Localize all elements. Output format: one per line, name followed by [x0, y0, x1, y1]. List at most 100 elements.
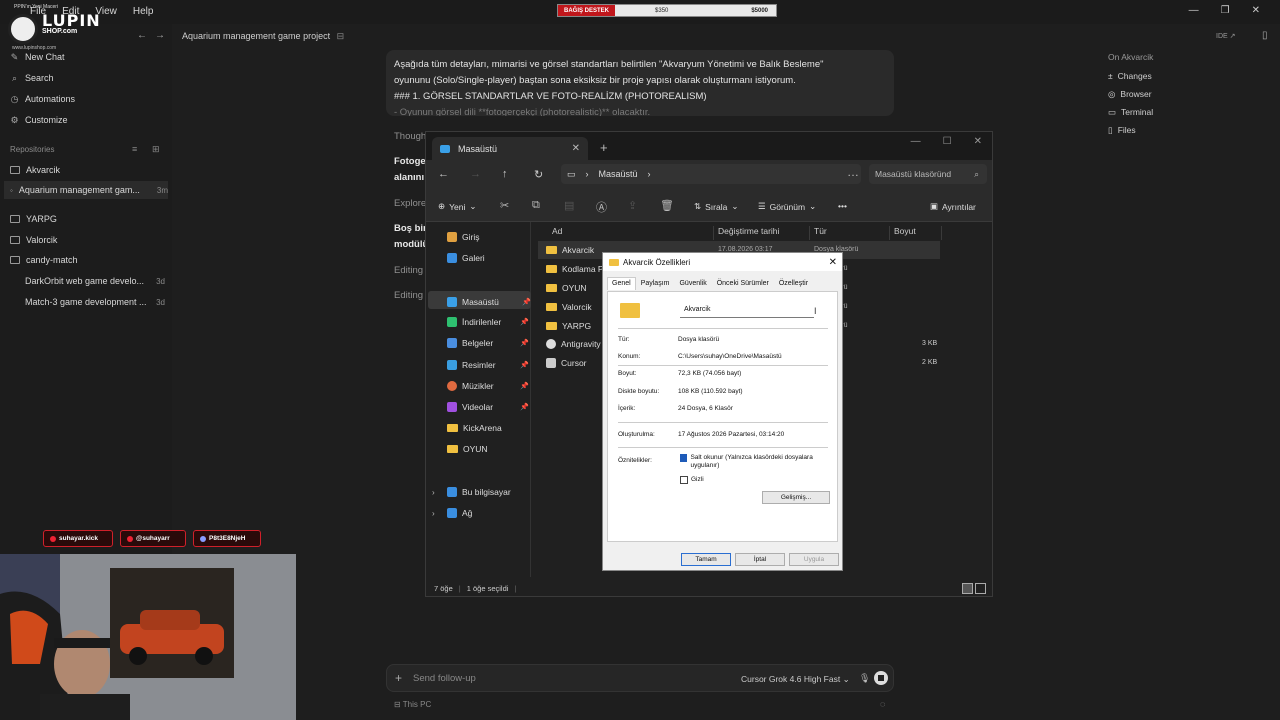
repo-item-valorcik[interactable]: Valorcik — [10, 235, 165, 245]
details-button[interactable]: ▣ Ayrıntılar — [930, 201, 976, 212]
add-folder-icon[interactable]: ⊞ — [152, 144, 160, 155]
repo-item-akvarcik[interactable]: Akvarcik — [10, 165, 165, 175]
archive-icon[interactable]: ⊟ — [337, 31, 345, 41]
sidebar-new-chat[interactable]: ✎ New Chat — [10, 52, 65, 62]
share-icon[interactable]: ⇪ — [628, 199, 637, 212]
nav-item-oyun[interactable]: OYUN — [447, 444, 529, 454]
thought-label[interactable]: Though — [394, 131, 426, 142]
nav-item-home[interactable]: Giriş — [447, 232, 529, 242]
back-button[interactable]: ← — [438, 168, 449, 180]
sidebar-automations[interactable]: ◷ Automations — [10, 94, 75, 104]
explorer-maximize-button[interactable]: ☐ — [943, 136, 952, 147]
tab-previous-versions[interactable]: Önceki Sürümler — [712, 277, 774, 290]
apply-button[interactable]: Uygula — [789, 553, 839, 566]
model-selector[interactable]: Cursor Grok 4.6 High Fast ⌄ — [741, 674, 850, 685]
add-attachment-button[interactable]: + — [395, 671, 402, 685]
advanced-button[interactable]: Gelişmiş... — [762, 491, 830, 504]
view-button[interactable]: ☰ Görünüm ⌄ — [758, 201, 816, 212]
repo-item-match3[interactable]: Match-3 game development ... 3d — [25, 297, 165, 307]
panel-toggle-icon[interactable]: ▯ — [1262, 30, 1268, 41]
cancel-button[interactable]: İptal — [735, 553, 785, 566]
refresh-button[interactable]: ↻ — [534, 168, 543, 181]
nav-item-pictures[interactable]: Resimler 📌 — [447, 360, 529, 370]
checkbox-checked-icon[interactable] — [680, 454, 688, 462]
social-label: P8t3E8NjeH — [209, 535, 246, 542]
sidebar-customize[interactable]: ⚙ Customize — [10, 115, 67, 125]
details-view-icon[interactable] — [962, 583, 973, 594]
folder-name-field[interactable]: Akvarcik — [680, 304, 814, 318]
dialog-close-button[interactable]: ✕ — [829, 257, 837, 268]
column-date[interactable]: Değiştirme tarihi — [714, 226, 810, 240]
breadcrumb[interactable]: Masaüstü — [599, 169, 638, 179]
explorer-tab[interactable]: Masaüstü ✕ — [432, 137, 588, 160]
ok-button[interactable]: Tamam — [681, 553, 731, 566]
cut-icon[interactable]: ✂ — [500, 199, 509, 212]
delete-icon[interactable]: 🗑 — [660, 199, 674, 212]
explorer-close-button[interactable]: ✕ — [974, 136, 982, 147]
back-arrow-icon[interactable]: ← — [137, 30, 147, 41]
repo-item-candy-match[interactable]: candy-match — [10, 255, 165, 265]
panel-item-changes[interactable]: ± Changes — [1108, 71, 1153, 81]
nav-item-kickarena[interactable]: KickArena — [447, 423, 529, 433]
sidebar-search[interactable]: ⌕ Search — [10, 73, 54, 83]
tab-sharing[interactable]: Paylaşım — [636, 277, 675, 290]
maximize-button[interactable]: ❐ — [1221, 5, 1230, 16]
nav-item-downloads[interactable]: İndirilenler 📌 — [447, 317, 529, 327]
rename-icon[interactable]: Ⓐ — [596, 199, 607, 215]
copy-icon[interactable]: ⧉ — [532, 199, 540, 212]
panel-item-browser[interactable]: ◎ Browser — [1108, 89, 1153, 100]
folder-icon — [447, 445, 458, 453]
repo-item-aquarium[interactable]: ◦ Aquarium management gam... 3m — [4, 181, 168, 199]
editing-label[interactable]: Editing — [394, 290, 423, 301]
followup-input[interactable]: Send follow-up — [413, 673, 476, 684]
readonly-checkbox[interactable]: Salt okunur (Yalnızca klasördeki dosyala… — [680, 454, 830, 470]
more-options-icon[interactable]: ••• — [838, 201, 847, 211]
column-type[interactable]: Tür — [810, 226, 890, 240]
tab-security[interactable]: Güvenlik — [674, 277, 711, 290]
checkbox-unchecked-icon[interactable] — [680, 476, 688, 484]
panel-item-files[interactable]: ▯ Files — [1108, 125, 1153, 136]
column-size[interactable]: Boyut — [890, 226, 942, 240]
search-input[interactable]: Masaüstü klasöründ ⌕ — [869, 164, 987, 184]
chevron-right-icon[interactable]: › — [432, 488, 435, 497]
stop-button[interactable] — [874, 671, 888, 685]
tiles-view-icon[interactable] — [975, 583, 986, 594]
nav-item-network[interactable]: › Ağ — [432, 508, 529, 518]
tab-customize[interactable]: Özelleştir — [774, 277, 813, 290]
nav-item-gallery[interactable]: Galeri — [447, 253, 529, 263]
nav-item-this-pc[interactable]: › Bu bilgisayar — [432, 487, 529, 497]
chevron-right-icon[interactable]: › — [432, 509, 435, 518]
forward-arrow-icon[interactable]: → — [155, 30, 165, 41]
nav-label: Bu bilgisayar — [462, 487, 511, 497]
paste-icon[interactable]: ▤ — [564, 199, 574, 212]
filter-icon[interactable]: ≡ — [132, 144, 137, 154]
sort-button[interactable]: ⇅ Sırala ⌄ — [694, 201, 738, 212]
nav-item-music[interactable]: Müzikler 📌 — [447, 381, 529, 391]
tab-general[interactable]: Genel — [607, 277, 636, 290]
microphone-icon[interactable]: 🎙 — [859, 673, 870, 684]
close-tab-icon[interactable]: ✕ — [572, 143, 580, 154]
nav-item-videos[interactable]: Videolar 📌 — [447, 402, 529, 412]
address-bar[interactable]: ▭ › Masaüstü › — [561, 164, 861, 184]
up-button[interactable]: ↑ — [502, 168, 508, 180]
panel-item-terminal[interactable]: ▭ Terminal — [1108, 107, 1153, 118]
nav-item-desktop[interactable]: Masaüstü 📌 — [428, 291, 531, 309]
new-tab-button[interactable]: + — [600, 140, 608, 155]
column-name[interactable]: Ad — [538, 226, 714, 240]
menu-help[interactable]: Help — [133, 6, 154, 17]
close-button[interactable]: ✕ — [1252, 5, 1260, 16]
forward-button[interactable]: → — [470, 168, 481, 180]
repo-label: DarkOrbit web game develo... — [25, 276, 145, 286]
more-icon[interactable]: … — [847, 165, 859, 179]
new-button[interactable]: ⊕ Yeni ⌄ — [438, 201, 476, 212]
repo-item-yarpg[interactable]: YARPG — [10, 214, 165, 224]
editing-label[interactable]: Editing — [394, 265, 423, 276]
nav-item-documents[interactable]: Belgeler 📌 — [447, 338, 529, 348]
message-line: Aşağıda tüm detayları, mimarisi ve görse… — [394, 59, 824, 70]
explored-label[interactable]: Explore — [394, 198, 426, 209]
hidden-checkbox[interactable]: Gizli — [680, 476, 704, 484]
repo-item-darkorbit[interactable]: DarkOrbit web game develo... 3d — [25, 276, 165, 286]
explorer-minimize-button[interactable]: — — [911, 136, 921, 147]
minimize-button[interactable]: — — [1189, 5, 1199, 16]
ide-link[interactable]: IDE ↗ — [1216, 32, 1235, 40]
